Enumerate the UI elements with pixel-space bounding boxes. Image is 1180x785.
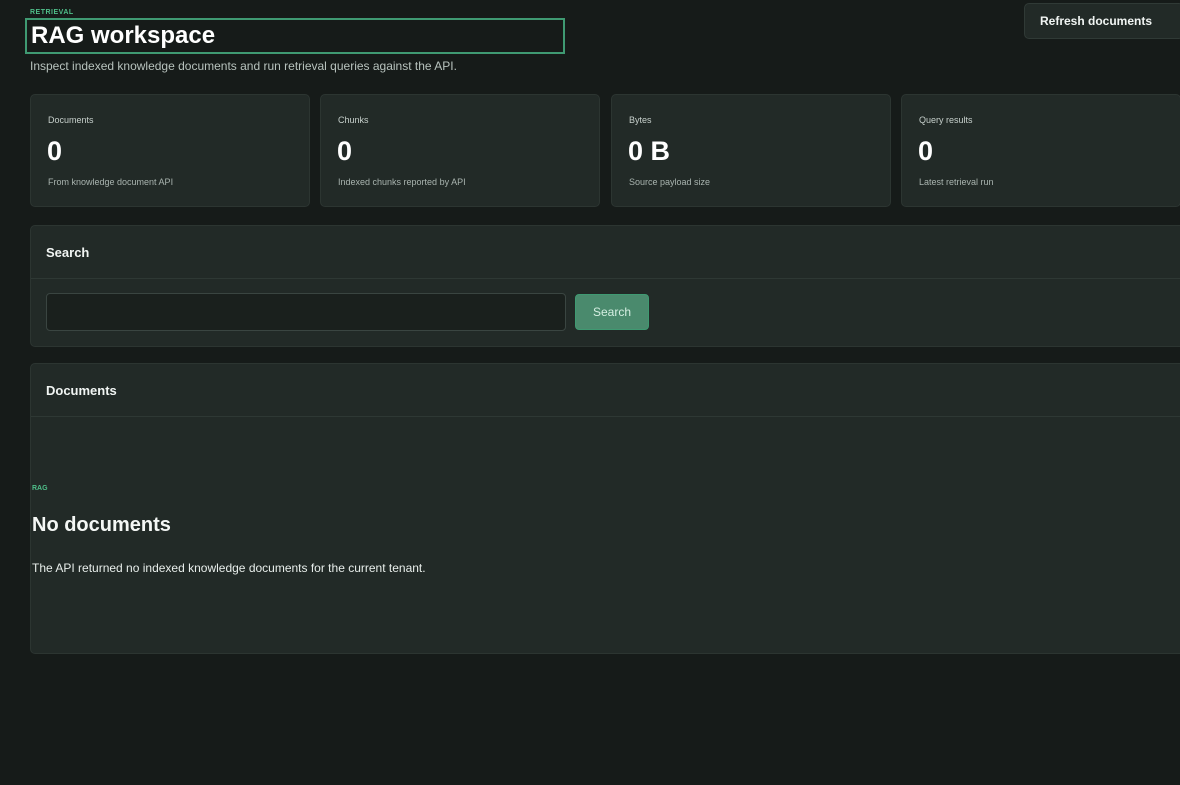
stat-value: 0 <box>47 136 63 166</box>
page-subtitle: Inspect indexed knowledge documents and … <box>30 59 457 73</box>
stat-value: 0 B <box>628 136 671 166</box>
documents-panel: Documents RAG No documents The API retur… <box>30 363 1180 654</box>
stat-value: 0 <box>918 136 934 166</box>
stat-card-bytes: Bytes 0 B Source payload size <box>611 94 891 207</box>
stat-label: Bytes <box>629 115 652 125</box>
empty-state-title: No documents <box>32 514 171 536</box>
stat-card-documents: Documents 0 From knowledge document API <box>30 94 310 207</box>
search-input[interactable] <box>46 293 566 331</box>
stat-label: Chunks <box>338 115 369 125</box>
search-panel: Search Search <box>30 225 1180 347</box>
rag-workspace-page: RETRIEVAL RAG workspace Inspect indexed … <box>0 0 1180 785</box>
documents-panel-title: Documents <box>31 364 1180 417</box>
section-eyebrow: RETRIEVAL <box>30 9 74 16</box>
empty-state-eyebrow: RAG <box>32 485 48 492</box>
search-panel-title: Search <box>31 226 1180 279</box>
refresh-documents-button[interactable]: Refresh documents <box>1024 3 1180 39</box>
stat-card-query-results: Query results 0 Latest retrieval run <box>901 94 1180 207</box>
stat-value: 0 <box>337 136 353 166</box>
stat-note: Indexed chunks reported by API <box>338 177 466 187</box>
stat-note: From knowledge document API <box>48 177 174 187</box>
search-button[interactable]: Search <box>575 294 649 330</box>
empty-state-message: The API returned no indexed knowledge do… <box>32 561 426 575</box>
stat-label: Query results <box>919 115 973 125</box>
stat-card-chunks: Chunks 0 Indexed chunks reported by API <box>320 94 600 207</box>
stat-note: Source payload size <box>629 177 711 187</box>
stat-label: Documents <box>48 115 94 125</box>
page-title: RAG workspace <box>25 18 565 54</box>
stat-note: Latest retrieval run <box>919 177 994 187</box>
